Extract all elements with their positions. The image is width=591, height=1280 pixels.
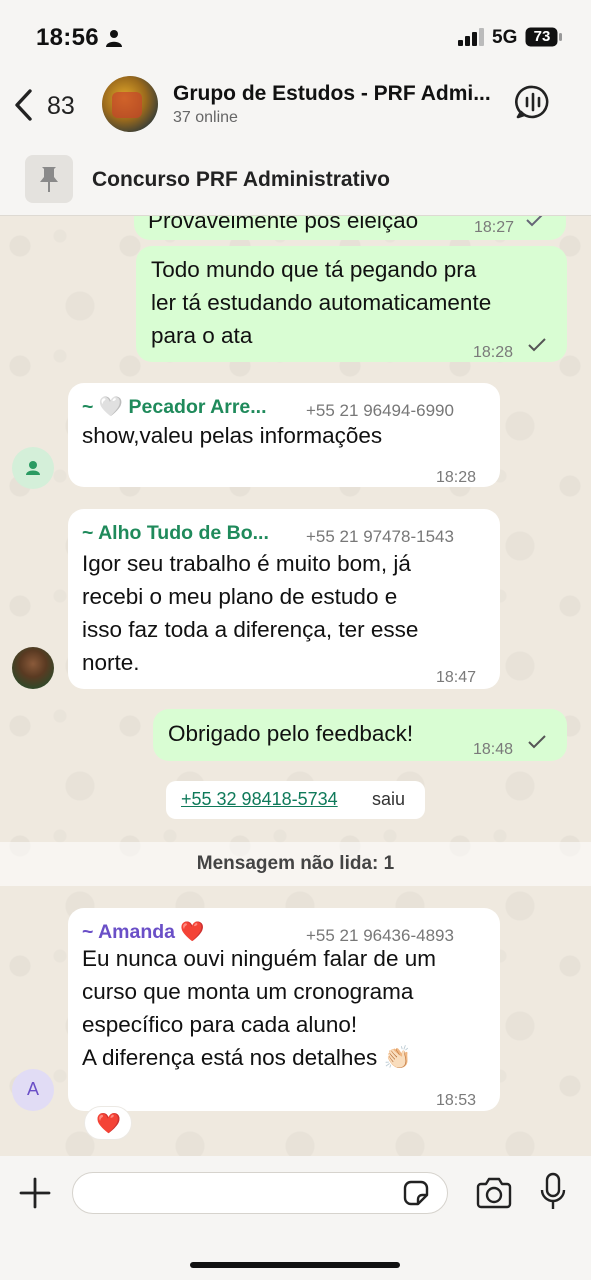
- message-line: A diferença está nos detalhes 👏🏻: [82, 1045, 412, 1070]
- online-count: 37 online: [173, 109, 238, 126]
- sent-check-icon: [528, 735, 546, 749]
- person-icon: [106, 30, 122, 47]
- message-line: ler tá estudando automaticamente: [151, 290, 492, 315]
- avatar-letter: A: [26, 1079, 39, 1099]
- message-time: 18:47: [436, 669, 477, 686]
- system-action: saiu: [372, 789, 406, 809]
- person-icon: [26, 461, 40, 475]
- microphone-icon[interactable]: [540, 1172, 566, 1212]
- sticker-icon[interactable]: [401, 1178, 431, 1208]
- pin-icon: [40, 167, 58, 192]
- unread-divider: Mensagem não lida: 1: [0, 842, 591, 886]
- signal-icon: [458, 28, 484, 46]
- unread-label: Mensagem não lida: 1: [196, 853, 395, 874]
- message-line: isso faz toda a diferença, ter esse: [82, 617, 419, 642]
- heart-reaction: ❤️: [96, 1113, 121, 1135]
- pin-icon-box: [25, 155, 73, 203]
- sender-name[interactable]: ~ Alho Tudo de Bo...: [82, 517, 269, 550]
- message-time: 18:53: [436, 1092, 477, 1109]
- pinned-title: Concurso PRF Administrativo: [92, 168, 390, 191]
- group-avatar[interactable]: [102, 76, 158, 132]
- message-list[interactable]: Provavelmente pós eleição 18:27 Todo mun…: [0, 216, 591, 1156]
- message-line: norte.: [82, 650, 140, 675]
- message-text: Obrigado pelo feedback!: [168, 721, 414, 746]
- message-line: Eu nunca ouvi ninguém falar de um: [82, 946, 436, 971]
- sender-avatar[interactable]: [12, 447, 54, 489]
- reaction-badge[interactable]: ❤️: [84, 1106, 132, 1140]
- pinned-message-bar[interactable]: Concurso PRF Administrativo: [0, 146, 591, 216]
- message-line: Igor seu trabalho é muito bom, já: [82, 551, 411, 576]
- system-message: +55 32 98418-5734 saiu: [166, 781, 425, 819]
- message-outgoing[interactable]: Obrigado pelo feedback! 18:48: [153, 709, 567, 761]
- battery-icon: 73: [525, 27, 563, 47]
- home-indicator[interactable]: [190, 1262, 400, 1268]
- back-unread-count[interactable]: 83: [47, 92, 75, 121]
- camera-icon[interactable]: [475, 1176, 513, 1210]
- message-time: 18:28: [436, 469, 477, 486]
- status-bar: 18:56 5G 73: [0, 0, 591, 72]
- chat-header: 83 Grupo de Estudos - PRF Admi... 37 onl…: [0, 72, 591, 146]
- message-input[interactable]: [72, 1172, 448, 1214]
- message-line: recebi o meu plano de estudo e: [82, 584, 398, 609]
- sent-check-icon: [528, 338, 546, 352]
- network-label: 5G: [492, 27, 518, 48]
- message-time: 18:28: [473, 344, 514, 361]
- message-line: específico para cada aluno!: [82, 1012, 358, 1037]
- message-incoming[interactable]: ~ Alho Tudo de Bo... +55 21 97478-1543 I…: [68, 509, 500, 689]
- message-incoming[interactable]: ~ Amanda ❤️ +55 21 96436-4893 Eu nunca o…: [68, 908, 500, 1111]
- message-line: Todo mundo que tá pegando pra: [151, 257, 477, 282]
- plus-icon[interactable]: [18, 1176, 52, 1210]
- message-outgoing[interactable]: Provavelmente pós eleição 18:27: [134, 216, 566, 240]
- sender-avatar[interactable]: [12, 647, 54, 689]
- group-title[interactable]: Grupo de Estudos - PRF Admi...: [173, 82, 491, 106]
- message-line: para o ata: [151, 323, 253, 348]
- message-time: 18:27: [474, 219, 515, 236]
- chevron-left-icon[interactable]: [12, 88, 34, 122]
- message-outgoing[interactable]: Todo mundo que tá pegando pra ler tá est…: [136, 246, 567, 362]
- message-line: show,valeu pelas informações: [82, 423, 383, 448]
- sent-check-icon: [526, 216, 543, 227]
- message-text: Provavelmente pós eleição: [148, 216, 419, 233]
- message-line: curso que monta um cronograma: [82, 979, 414, 1004]
- status-time: 18:56: [36, 24, 99, 51]
- message-time: 18:48: [473, 741, 514, 758]
- system-phone-link[interactable]: +55 32 98418-5734: [181, 789, 338, 810]
- message-incoming[interactable]: ~ 🤍 Pecador Arre... +55 21 96494-6990 sh…: [68, 383, 500, 487]
- battery-level: 73: [533, 28, 551, 45]
- sender-avatar[interactable]: A: [12, 1069, 54, 1111]
- voice-chat-icon[interactable]: [515, 84, 551, 120]
